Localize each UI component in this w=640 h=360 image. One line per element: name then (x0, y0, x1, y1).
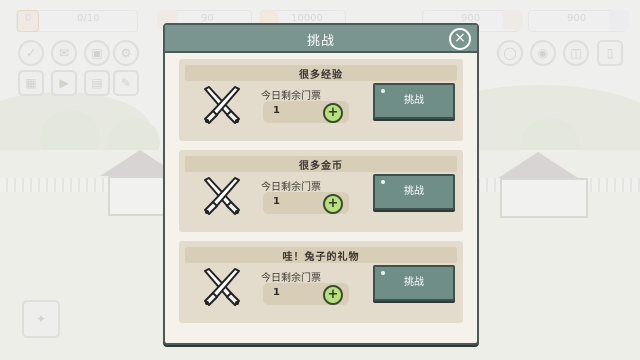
button-decoration (381, 271, 385, 275)
ticket-label: 今日剩余门票 (261, 273, 321, 284)
card-title-band: 哇！兔子的礼物 (185, 247, 457, 263)
button-decoration (381, 180, 385, 184)
challenge-dialog: 挑战 × 很多经验 今日剩余门票 1 + 挑战 很多金币 今日剩余门票 1 + … (163, 23, 479, 345)
ticket-count: 1 (273, 287, 280, 298)
ticket-label: 今日剩余门票 (261, 91, 321, 102)
challenge-card-gold: 很多金币 今日剩余门票 1 + 挑战 (179, 150, 463, 232)
dialog-title: 挑战 (306, 34, 335, 49)
crossed-swords-icon (204, 268, 240, 306)
ticket-counter: 1 + (263, 283, 349, 305)
challenge-card-exp: 很多经验 今日剩余门票 1 + 挑战 (179, 59, 463, 141)
ticket-label: 今日剩余门票 (261, 182, 321, 193)
crossed-swords-icon (204, 86, 240, 124)
challenge-button[interactable]: 挑战 (373, 174, 455, 210)
ticket-count: 1 (273, 105, 280, 116)
close-icon: × (454, 30, 466, 46)
ticket-counter: 1 + (263, 101, 349, 123)
card-title: 很多经验 (299, 70, 343, 81)
card-title-band: 很多经验 (185, 65, 457, 81)
ticket-counter: 1 + (263, 192, 349, 214)
ticket-count: 1 (273, 196, 280, 207)
add-ticket-button[interactable]: + (323, 103, 343, 123)
button-decoration (381, 89, 385, 93)
challenge-button[interactable]: 挑战 (373, 83, 455, 119)
challenge-button-label: 挑战 (404, 277, 424, 288)
add-ticket-button[interactable]: + (323, 285, 343, 305)
challenge-button-label: 挑战 (404, 186, 424, 197)
challenge-button[interactable]: 挑战 (373, 265, 455, 301)
challenge-card-rabbit: 哇！兔子的礼物 今日剩余门票 1 + 挑战 (179, 241, 463, 323)
dialog-header: 挑战 × (165, 25, 477, 53)
card-title: 很多金币 (299, 161, 343, 172)
close-button[interactable]: × (449, 28, 471, 50)
crossed-swords-icon (204, 177, 240, 215)
plus-icon: + (327, 105, 339, 120)
card-title: 哇！兔子的礼物 (282, 252, 360, 263)
plus-icon: + (327, 287, 339, 302)
card-title-band: 很多金币 (185, 156, 457, 172)
add-ticket-button[interactable]: + (323, 194, 343, 214)
challenge-button-label: 挑战 (404, 95, 424, 106)
plus-icon: + (327, 196, 339, 211)
